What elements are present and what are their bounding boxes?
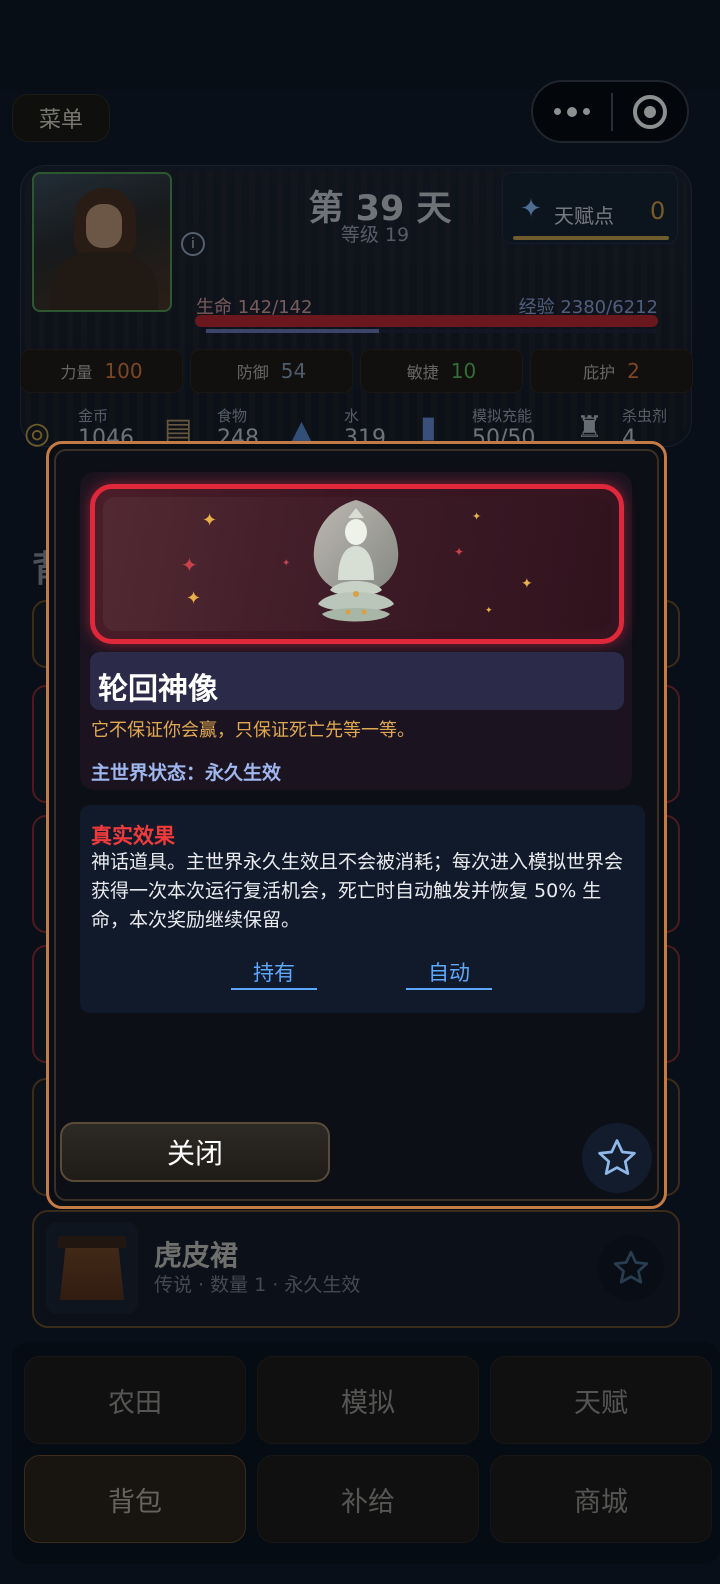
favorite-star-icon[interactable] <box>582 1123 652 1193</box>
item-title: 轮回神像 <box>98 672 218 707</box>
buddha-statue-icon <box>313 500 399 622</box>
sparkle-icon: ✦ <box>472 510 482 523</box>
item-quote: 它不保证你会赢，只保证死亡先等一等。 <box>91 720 415 741</box>
sparkle-icon: ✦ <box>454 545 465 559</box>
sparkle-icon: ✦ <box>485 606 493 616</box>
world-status: 主世界状态：永久生效 <box>91 762 282 784</box>
close-button[interactable]: 关闭 <box>60 1122 330 1182</box>
sparkle-icon: ✦ <box>181 553 198 577</box>
tag-hold[interactable]: 持有 <box>231 957 317 990</box>
sparkle-icon: ✦ <box>282 558 291 569</box>
sparkle-icon: ✦ <box>202 510 218 531</box>
effect-description: 神话道具。主世界永久生效且不会被消耗；每次进入模拟世界会获得一次本次运行复活机会… <box>91 851 624 931</box>
tag-auto[interactable]: 自动 <box>406 957 492 990</box>
sparkle-icon: ✦ <box>521 576 533 592</box>
sparkle-icon: ✦ <box>186 588 202 609</box>
effect-title: 真实效果 <box>91 824 175 848</box>
